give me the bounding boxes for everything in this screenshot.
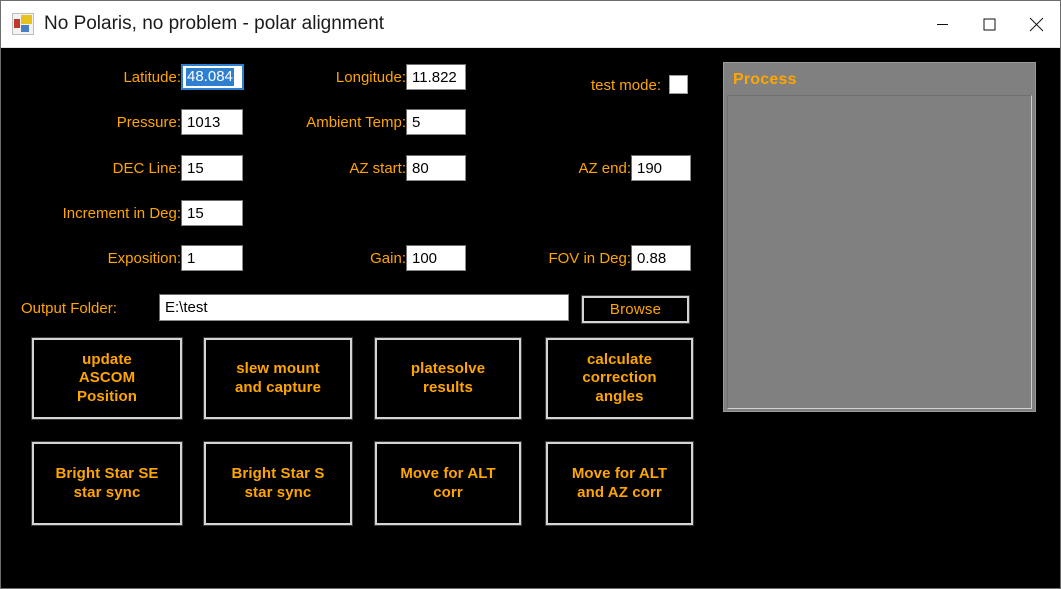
longitude-input[interactable]: 11.822: [406, 64, 466, 90]
az-end-input[interactable]: 190: [631, 155, 691, 181]
longitude-value: 11.822: [412, 68, 457, 86]
title-bar: No Polaris, no problem - polar alignment: [1, 1, 1060, 48]
move-for-alt-corr-button[interactable]: Move for ALT corr: [375, 442, 521, 525]
button-label-line: Bright Star SE: [55, 465, 159, 483]
button-label-line: and AZ corr: [577, 483, 662, 501]
output-folder-value: E:\test: [165, 299, 208, 316]
button-label-line: correction: [582, 369, 657, 387]
window-title: No Polaris, no problem - polar alignment: [44, 13, 385, 34]
button-label: update ASCOM Position: [77, 351, 137, 406]
button-label-line: Move for ALT: [571, 465, 668, 483]
output-folder-label: Output Folder:: [21, 300, 117, 317]
button-label: slew mount and capture: [235, 360, 321, 397]
button-label: Move for ALT corr: [400, 465, 495, 502]
button-label: Bright Star SE star sync: [55, 465, 158, 502]
increment-input[interactable]: 15: [181, 200, 243, 226]
button-label-line: ASCOM: [78, 369, 136, 387]
longitude-label: Longitude:: [335, 69, 406, 86]
close-icon: [1029, 17, 1044, 31]
button-label: calculate correction angles: [582, 351, 656, 406]
browse-button-label: Browse: [609, 301, 662, 318]
process-panel-title: Process: [733, 71, 797, 88]
button-label-line: star sync: [244, 483, 312, 501]
exposition-input[interactable]: 1: [181, 245, 243, 271]
exposition-value: 1: [187, 249, 196, 267]
fov-label: FOV in Deg:: [548, 250, 631, 267]
dec-line-input[interactable]: 15: [181, 155, 243, 181]
ambient-temp-input[interactable]: 5: [406, 109, 466, 135]
ambient-temp-value: 5: [412, 113, 421, 131]
calculate-correction-angles-button[interactable]: calculate correction angles: [546, 338, 693, 419]
exposition-label: Exposition:: [107, 250, 181, 267]
az-end-value: 190: [637, 159, 663, 177]
dec-line-label: DEC Line:: [112, 160, 181, 177]
platesolve-results-button[interactable]: platesolve results: [375, 338, 521, 419]
move-for-alt-and-az-corr-button[interactable]: Move for ALT and AZ corr: [546, 442, 693, 525]
close-button[interactable]: [1013, 1, 1060, 47]
minimize-button[interactable]: [919, 1, 966, 47]
test-mode-checkbox[interactable]: [669, 75, 688, 94]
gain-input[interactable]: 100: [406, 245, 466, 271]
az-start-label: AZ start:: [349, 160, 406, 177]
gain-label: Gain:: [370, 250, 406, 267]
button-label-line: calculate: [586, 350, 653, 368]
button-label: Bright Star S star sync: [232, 465, 325, 502]
update-ascom-position-button[interactable]: update ASCOM Position: [32, 338, 182, 419]
application-window: No Polaris, no problem - polar alignment: [0, 0, 1061, 589]
bright-star-se-star-sync-button[interactable]: Bright Star SE star sync: [32, 442, 182, 525]
output-folder-input[interactable]: E:\test: [159, 294, 569, 321]
pressure-label: Pressure:: [116, 114, 181, 131]
maximize-icon: [983, 18, 996, 30]
browse-button[interactable]: Browse: [582, 296, 689, 323]
button-label-line: Move for ALT: [400, 465, 496, 483]
process-log-list[interactable]: [727, 95, 1032, 409]
increment-value: 15: [187, 204, 204, 222]
button-label-line: update: [82, 350, 132, 368]
button-label: platesolve results: [411, 360, 485, 397]
minimize-icon: [937, 23, 948, 25]
button-label-line: slew mount: [236, 360, 320, 378]
button-label-line: Position: [77, 387, 137, 405]
latitude-label: Latitude:: [123, 69, 181, 86]
az-start-value: 80: [412, 159, 429, 177]
fov-value: 0.88: [637, 249, 667, 267]
az-end-label: AZ end:: [578, 160, 631, 177]
button-label-line: corr: [433, 483, 463, 501]
maximize-button[interactable]: [966, 1, 1013, 47]
button-label-line: Bright Star S: [231, 465, 325, 483]
test-mode-label: test mode:: [590, 77, 661, 94]
button-label: Move for ALT and AZ corr: [572, 465, 667, 502]
button-label-line: and capture: [234, 378, 322, 396]
button-label-line: results: [423, 378, 473, 396]
slew-mount-and-capture-button[interactable]: slew mount and capture: [204, 338, 352, 419]
az-start-input[interactable]: 80: [406, 155, 466, 181]
bright-star-s-star-sync-button[interactable]: Bright Star S star sync: [204, 442, 352, 525]
window-controls: [919, 1, 1060, 47]
gain-value: 100: [412, 249, 438, 267]
button-label-line: angles: [595, 387, 644, 405]
pressure-value: 1013: [187, 113, 221, 131]
fov-input[interactable]: 0.88: [631, 245, 691, 271]
increment-label: Increment in Deg:: [62, 205, 181, 222]
button-label-line: platesolve: [410, 360, 486, 378]
app-window-icon: [12, 13, 34, 35]
dec-line-value: 15: [187, 159, 204, 177]
button-label-line: star sync: [73, 483, 141, 501]
ambient-temp-label: Ambient Temp:: [306, 114, 406, 131]
